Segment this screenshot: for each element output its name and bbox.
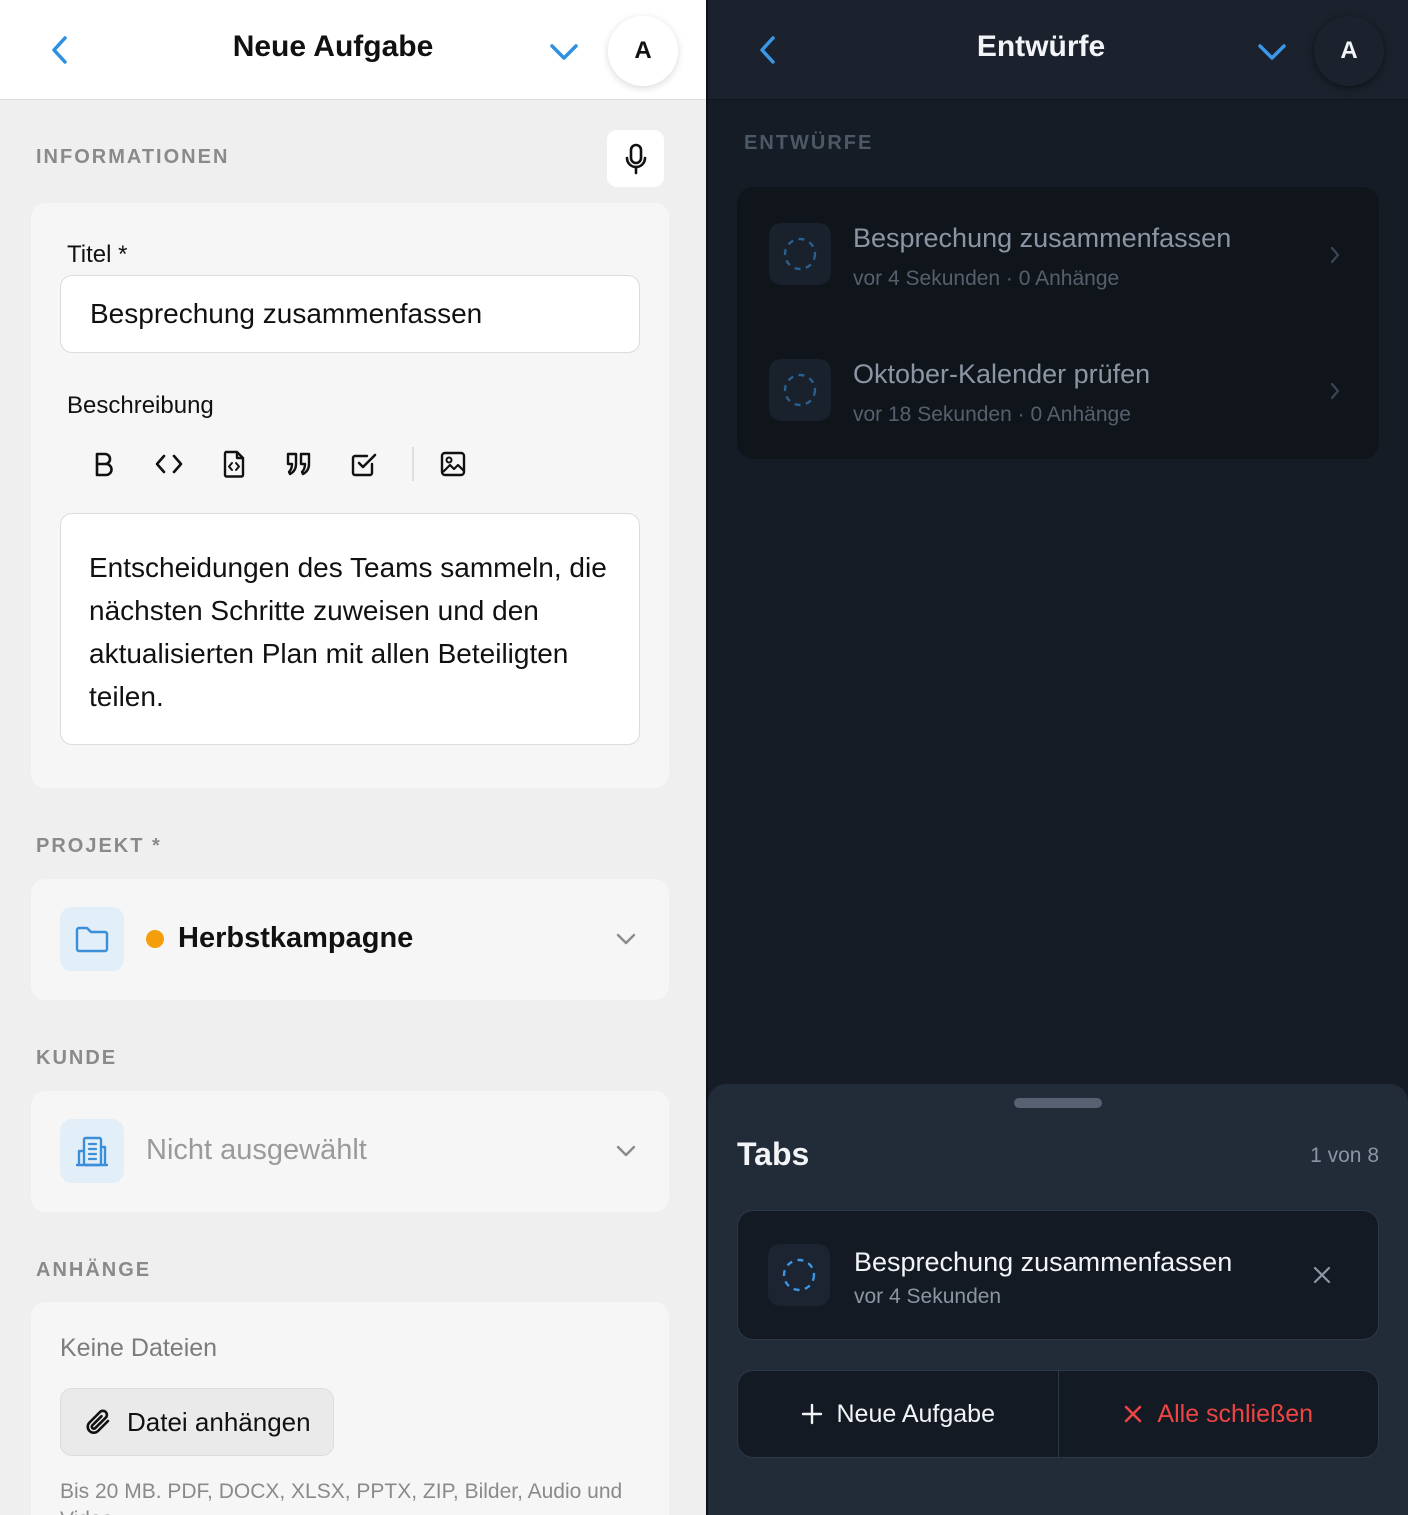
- loading-spinner-icon: [783, 237, 817, 271]
- close-tab-button[interactable]: [1306, 1259, 1338, 1291]
- draft-title: Besprechung zusammenfassen: [853, 223, 1232, 253]
- section-label-drafts: ENTWÜRFE: [744, 132, 874, 154]
- section-label-customer: KUNDE: [36, 1047, 118, 1069]
- header-bar: Entwürfe A: [708, 0, 1408, 100]
- close-all-button[interactable]: Alle schließen: [1057, 1371, 1379, 1457]
- title-input[interactable]: Besprechung zusammenfassen: [60, 275, 640, 353]
- code-icon: [155, 454, 183, 474]
- toolbar-separator: [412, 447, 414, 481]
- new-task-pane: Neue Aufgabe A INFORMATIONEN Titel * Bes…: [0, 0, 706, 1515]
- draft-meta: vor 18 Sekunden · 0 Anhänge: [853, 403, 1131, 426]
- folder-icon-box: [60, 907, 124, 971]
- checklist-button[interactable]: [339, 439, 389, 489]
- draft-item[interactable]: Besprechung zusammenfassen vor 4 Sekunde…: [737, 187, 1379, 323]
- project-value: Herbstkampagne: [178, 922, 414, 954]
- code-button[interactable]: [144, 439, 194, 489]
- tab-meta: vor 4 Sekunden: [854, 1285, 1002, 1308]
- chevron-down-icon: [550, 44, 578, 60]
- building-icon: [75, 1136, 109, 1167]
- drafts-list: Besprechung zusammenfassen vor 4 Sekunde…: [737, 187, 1379, 459]
- bold-icon: [95, 452, 113, 477]
- project-select[interactable]: Herbstkampagne: [31, 879, 669, 1000]
- tab-actions: Neue Aufgabe Alle schließen: [737, 1370, 1379, 1458]
- new-task-button[interactable]: Neue Aufgabe: [738, 1371, 1058, 1457]
- sheet-drag-handle[interactable]: [1014, 1098, 1102, 1108]
- customer-select[interactable]: Nicht ausgewählt: [31, 1091, 669, 1212]
- image-button[interactable]: [428, 439, 478, 489]
- close-icon: [1125, 1405, 1142, 1423]
- attach-file-button[interactable]: Datei anhängen: [60, 1388, 334, 1456]
- tabs-sheet: Tabs 1 von 8 Besprechung zusammenfassen …: [708, 1084, 1408, 1515]
- new-task-label: Neue Aufgabe: [836, 1399, 995, 1428]
- chevron-down-icon: [616, 933, 636, 945]
- draft-item[interactable]: Oktober-Kalender prüfen vor 18 Sekunden …: [737, 323, 1379, 459]
- formatting-toolbar: [79, 439, 493, 489]
- building-icon-box: [60, 1119, 124, 1183]
- tabs-dropdown-button[interactable]: [1252, 32, 1292, 72]
- avatar[interactable]: A: [1314, 16, 1384, 86]
- project-chevron: [611, 924, 641, 954]
- chevron-down-icon: [616, 1145, 636, 1157]
- customer-placeholder: Nicht ausgewählt: [146, 1134, 367, 1166]
- bold-button[interactable]: [79, 439, 129, 489]
- drafts-pane: Entwürfe A ENTWÜRFE Besprechung zusammen…: [708, 0, 1408, 1515]
- quote-button[interactable]: [274, 439, 324, 489]
- image-icon: [440, 451, 466, 477]
- draft-status-box: [769, 359, 831, 421]
- draft-status-box: [769, 223, 831, 285]
- project-color-dot: [146, 930, 164, 948]
- quote-icon: [286, 452, 311, 476]
- header-bar: Neue Aufgabe A: [0, 0, 706, 100]
- dictation-button[interactable]: [607, 130, 664, 187]
- chevron-right-icon: [1330, 246, 1340, 264]
- title-label: Titel *: [67, 241, 128, 268]
- tab-item[interactable]: Besprechung zusammenfassen vor 4 Sekunde…: [737, 1210, 1379, 1340]
- sheet-title: Tabs: [737, 1136, 810, 1172]
- close-all-label: Alle schließen: [1157, 1399, 1314, 1428]
- draft-title: Oktober-Kalender prüfen: [853, 359, 1151, 389]
- chevron-right-icon: [1330, 382, 1340, 400]
- chevron-down-icon: [1258, 44, 1286, 60]
- code-block-button[interactable]: [209, 439, 259, 489]
- draft-meta: vor 4 Sekunden · 0 Anhänge: [853, 267, 1120, 290]
- customer-chevron: [611, 1136, 641, 1166]
- description-label: Beschreibung: [67, 392, 214, 419]
- plus-icon: [801, 1403, 822, 1425]
- section-label-attachments: ANHÄNGE: [36, 1259, 152, 1281]
- section-label-info: INFORMATIONEN: [36, 146, 230, 168]
- microphone-icon: [625, 143, 646, 174]
- loading-spinner-icon: [782, 1258, 816, 1292]
- code-file-icon: [223, 450, 245, 478]
- tab-status-box: [768, 1244, 830, 1306]
- avatar[interactable]: A: [608, 16, 678, 86]
- tab-title: Besprechung zusammenfassen: [854, 1247, 1233, 1277]
- checkbox-icon: [351, 453, 377, 477]
- attachment-hint: Bis 20 MB. PDF, DOCX, XLSX, PPTX, ZIP, B…: [60, 1480, 623, 1515]
- no-files-text: Keine Dateien: [60, 1334, 218, 1362]
- description-input[interactable]: Entscheidungen des Teams sammeln, die nä…: [60, 513, 640, 745]
- draft-arrow: [1323, 379, 1347, 403]
- loading-spinner-icon: [783, 373, 817, 407]
- attach-file-label: Datei anhängen: [127, 1406, 311, 1437]
- tabs-dropdown-button[interactable]: [544, 32, 584, 72]
- paperclip-icon: [86, 1409, 110, 1434]
- section-label-project: PROJEKT *: [36, 835, 162, 857]
- info-card: Titel * Besprechung zusammenfassen Besch…: [31, 203, 669, 788]
- draft-arrow: [1323, 243, 1347, 267]
- attachments-card: Keine Dateien Datei anhängen Bis 20 MB. …: [31, 1302, 669, 1515]
- close-icon: [1313, 1266, 1331, 1284]
- tab-count: 1 von 8: [1310, 1144, 1379, 1167]
- folder-icon: [75, 926, 109, 953]
